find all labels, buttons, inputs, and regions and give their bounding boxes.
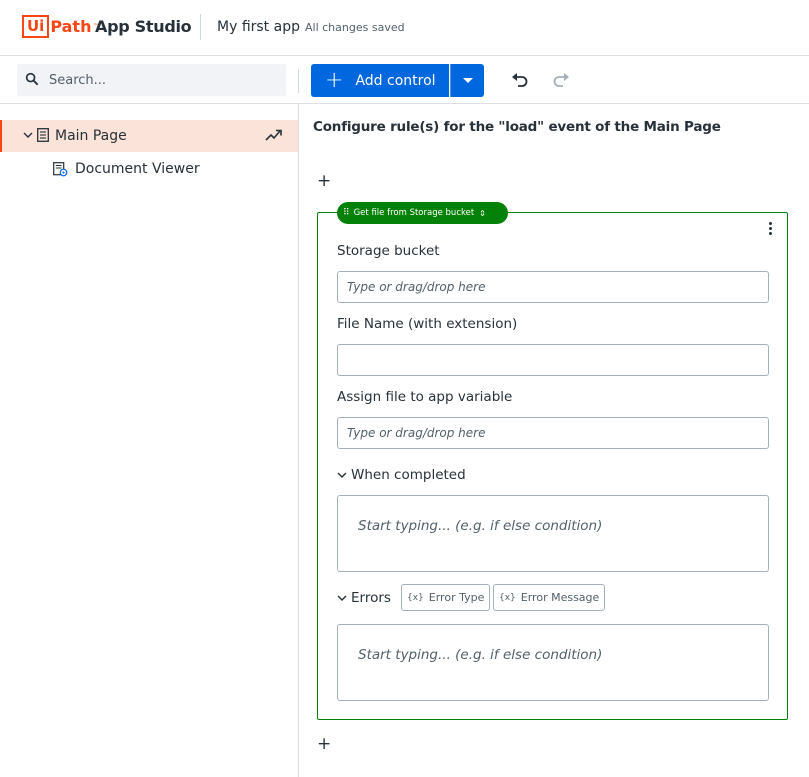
when-completed-label: When completed <box>351 467 466 483</box>
tree-item-label: Main Page <box>55 128 127 144</box>
errors-label: Errors <box>351 590 391 606</box>
page-icon <box>37 128 49 142</box>
storage-bucket-label: Storage bucket <box>337 243 440 259</box>
app-name: App Studio <box>95 17 192 36</box>
rule-card: ⠿ Get file from Storage bucket ⇕ Storage… <box>317 202 788 720</box>
search-box[interactable] <box>17 64 286 96</box>
variable-icon: {x} <box>499 592 516 603</box>
plus-icon: + <box>325 67 344 93</box>
when-completed-toggle[interactable]: When completed <box>337 467 466 483</box>
toolbar: + Add control <box>0 56 809 104</box>
errors-input[interactable] <box>337 624 769 701</box>
chip-label: Error Message <box>520 591 600 604</box>
chevron-down-icon <box>337 595 347 601</box>
tree-item-document-viewer[interactable]: Document Viewer <box>0 155 298 185</box>
page-title: Configure rule(s) for the "load" event o… <box>313 119 721 135</box>
app-header: Ui Path ™ App Studio My first app All ch… <box>0 0 809 56</box>
chevron-down-icon[interactable] <box>23 130 33 140</box>
redo-icon[interactable] <box>551 71 571 89</box>
assign-variable-label: Assign file to app variable <box>337 389 513 405</box>
rules-editor: Configure rule(s) for the "load" event o… <box>300 104 809 777</box>
chip-label: Error Type <box>428 591 485 604</box>
error-type-chip[interactable]: {x} Error Type <box>401 584 491 611</box>
when-completed-input[interactable] <box>337 495 769 572</box>
tree-item-main-page[interactable]: Main Page <box>0 120 298 152</box>
toolbar-divider <box>298 69 299 93</box>
file-name-label: File Name (with extension) <box>337 316 518 332</box>
add-rule-button-top[interactable]: + <box>317 173 331 190</box>
undo-icon[interactable] <box>510 71 530 89</box>
add-control-button[interactable]: + Add control <box>311 64 449 97</box>
storage-bucket-input[interactable] <box>337 271 769 303</box>
rule-name-tag[interactable]: ⠿ Get file from Storage bucket ⇕ <box>337 202 508 224</box>
assign-variable-input[interactable] <box>337 417 769 449</box>
errors-toggle[interactable]: Errors <box>337 590 391 606</box>
logo-path-text: Path <box>50 17 92 36</box>
tree-item-label: Document Viewer <box>75 161 200 177</box>
search-input[interactable] <box>49 64 279 96</box>
uipath-logo[interactable]: Ui Path ™ <box>22 15 98 38</box>
rule-name: Get file from Storage bucket <box>353 208 475 218</box>
caret-down-icon <box>463 78 473 83</box>
drag-handle-icon[interactable]: ⠿ <box>343 208 350 218</box>
add-control-label: Add control <box>355 72 436 89</box>
trending-up-icon[interactable] <box>265 128 283 142</box>
search-icon <box>25 72 39 86</box>
expand-collapse-icon[interactable]: ⇕ <box>479 209 486 218</box>
add-rule-button-bottom[interactable]: + <box>317 736 331 753</box>
page-tree-sidebar: Main Page Document Viewer <box>0 104 299 777</box>
logo-ui-mark: Ui <box>22 15 50 38</box>
add-control-dropdown-button[interactable] <box>450 64 484 97</box>
project-name[interactable]: My first app <box>217 19 300 35</box>
save-status: All changes saved <box>305 21 405 34</box>
chevron-down-icon <box>337 472 347 478</box>
variable-icon: {x} <box>407 592 424 603</box>
more-options-icon[interactable] <box>767 222 773 236</box>
error-message-chip[interactable]: {x} Error Message <box>493 584 606 611</box>
file-name-input[interactable] <box>337 344 769 376</box>
header-divider <box>200 14 201 40</box>
document-viewer-icon <box>53 162 68 177</box>
